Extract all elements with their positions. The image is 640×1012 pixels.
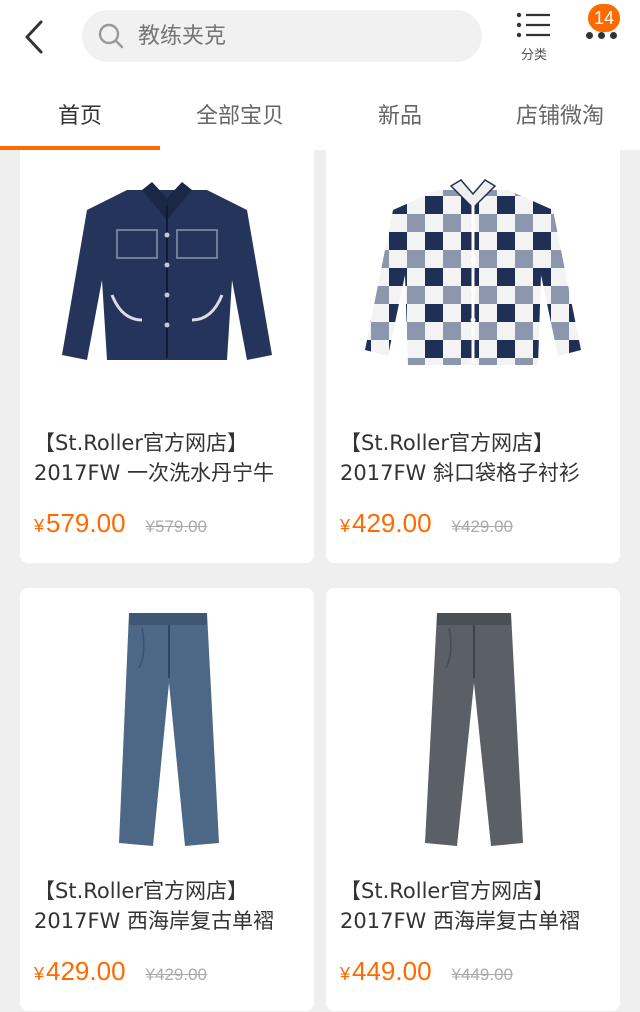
product-image[interactable] <box>326 588 620 868</box>
price-row: ¥579.00 ¥579.00 <box>20 492 314 539</box>
tab-label: 首页 <box>57 104 102 129</box>
top-bar: 分类 14 <box>0 0 640 78</box>
search-icon <box>96 21 126 51</box>
product-title: 【St.Roller官方网店】2017FW 西海岸复古单褶裥... <box>34 879 274 940</box>
more-button[interactable]: 14 <box>578 2 630 62</box>
tab-label: 新品 <box>377 104 422 129</box>
tab-home[interactable]: 首页 <box>0 78 160 150</box>
current-price: ¥429.00 <box>34 956 126 986</box>
product-card[interactable]: 【St.Roller官方网店】2017FW 一次洗水丹宁牛仔... ¥579.0… <box>20 150 314 563</box>
blue-trousers-icon <box>119 613 219 846</box>
current-price: ¥449.00 <box>340 956 432 986</box>
list-icon <box>516 12 550 38</box>
original-price: ¥429.00 <box>451 517 513 536</box>
back-button[interactable] <box>14 14 54 60</box>
product-title: 【St.Roller官方网店】2017FW 西海岸复古单褶裥... <box>340 879 580 940</box>
tab-label: 店铺微淘 <box>515 104 604 129</box>
search-bar[interactable] <box>82 10 482 62</box>
denim-jacket-icon <box>62 182 272 360</box>
product-image[interactable] <box>20 588 314 868</box>
original-price: ¥429.00 <box>145 965 207 984</box>
original-price: ¥579.00 <box>145 517 207 536</box>
more-dots-icon <box>586 32 617 39</box>
tab-new-arrivals[interactable]: 新品 <box>320 78 480 150</box>
chevron-left-icon <box>25 20 43 54</box>
message-count-badge: 14 <box>586 2 623 34</box>
tab-label: 全部宝贝 <box>195 104 284 129</box>
product-image[interactable] <box>326 150 620 420</box>
product-card[interactable]: 【St.Roller官方网店】2017FW 西海岸复古单褶裥... ¥449.0… <box>326 588 620 1011</box>
category-button[interactable]: 分类 <box>510 12 558 68</box>
product-grid: 【St.Roller官方网店】2017FW 一次洗水丹宁牛仔... ¥579.0… <box>20 150 620 1012</box>
current-price: ¥579.00 <box>34 508 126 538</box>
product-card[interactable]: 【St.Roller官方网店】2017FW 斜口袋格子衬衫 ¥429.00 ¥4… <box>326 150 620 563</box>
product-image[interactable] <box>20 150 314 420</box>
category-label: 分类 <box>520 48 547 63</box>
tab-all-items[interactable]: 全部宝贝 <box>160 78 320 150</box>
plaid-shirt-icon <box>365 179 581 365</box>
current-price: ¥429.00 <box>340 508 432 538</box>
price-row: ¥429.00 ¥429.00 <box>326 492 620 539</box>
product-card[interactable]: 【St.Roller官方网店】2017FW 西海岸复古单褶裥... ¥429.0… <box>20 588 314 1011</box>
product-title: 【St.Roller官方网店】2017FW 斜口袋格子衬衫 <box>340 431 580 485</box>
price-row: ¥429.00 ¥429.00 <box>20 940 314 987</box>
price-row: ¥449.00 ¥449.00 <box>326 940 620 987</box>
search-input[interactable] <box>138 23 438 49</box>
grey-trousers-icon <box>425 613 523 846</box>
product-title: 【St.Roller官方网店】2017FW 一次洗水丹宁牛仔... <box>34 431 274 492</box>
tab-shop-feed[interactable]: 店铺微淘 <box>480 78 640 150</box>
shop-tabs: 首页 全部宝贝 新品 店铺微淘 <box>0 78 640 150</box>
original-price: ¥449.00 <box>451 965 513 984</box>
